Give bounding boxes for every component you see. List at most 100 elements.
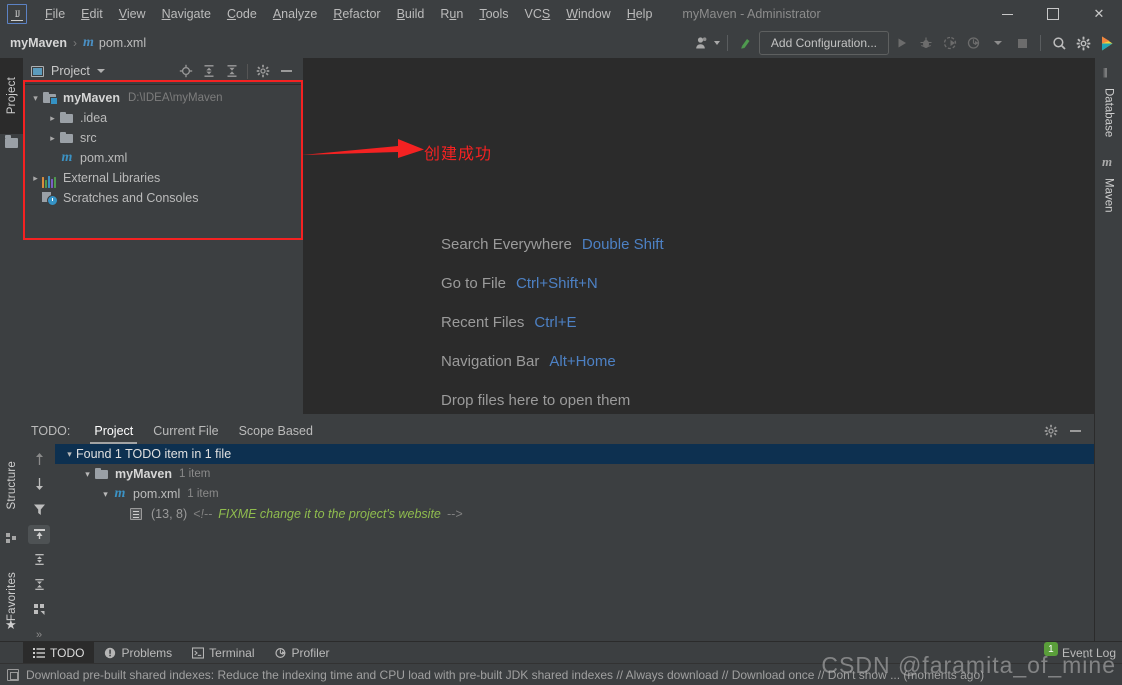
tree-node[interactable]: ▸ .idea xyxy=(23,108,303,128)
tree-node-label: src xyxy=(80,131,97,145)
stop-icon[interactable] xyxy=(1011,32,1033,54)
bottom-tab-terminal[interactable]: Terminal xyxy=(182,642,264,664)
menu-item-help[interactable]: Help xyxy=(619,3,661,25)
chevron-down-icon[interactable]: ▾ xyxy=(81,469,94,480)
run-with-coverage-icon[interactable] xyxy=(939,32,961,54)
chevron-down-icon[interactable]: ▾ xyxy=(99,489,112,500)
chevron-down-icon[interactable] xyxy=(987,32,1009,54)
sidebar-tab-project[interactable]: Project xyxy=(0,58,23,134)
folder-icon xyxy=(59,130,75,146)
next-occurrence-icon[interactable] xyxy=(28,475,50,493)
menu-item-edit[interactable]: Edit xyxy=(73,3,111,25)
chevron-down-icon[interactable]: ▾ xyxy=(63,449,76,460)
tree-node-label: Scratches and Consoles xyxy=(63,191,199,205)
project-panel-header: Project xyxy=(23,58,303,85)
todo-row[interactable]: ▾ Found 1 TODO item in 1 file xyxy=(55,444,1095,464)
profile-icon[interactable] xyxy=(963,32,985,54)
tree-node[interactable]: Scratches and Consoles xyxy=(23,188,303,208)
menu-item-tools[interactable]: Tools xyxy=(471,3,516,25)
previous-occurrence-icon[interactable] xyxy=(28,450,50,468)
menu-item-refactor[interactable]: Refactor xyxy=(325,3,388,25)
menu-item-view[interactable]: View xyxy=(111,3,154,25)
tree-node[interactable]: ▸ External Libraries xyxy=(23,168,303,188)
sidebar-tab-database[interactable]: Database xyxy=(1095,82,1122,144)
todo-tool-window: TODO: Project Current File Scope Based »… xyxy=(23,418,1095,644)
menu-item-navigate[interactable]: Navigate xyxy=(154,3,219,25)
sidebar-tab-structure[interactable]: Structure xyxy=(0,440,23,530)
menu-item-code[interactable]: Code xyxy=(219,3,265,25)
settings-gear-icon[interactable] xyxy=(1072,32,1094,54)
terminal-icon xyxy=(192,647,205,659)
event-log-label[interactable]: Event Log xyxy=(1062,646,1116,660)
tree-node[interactable]: ▾ myMaven D:\IDEA\myMaven xyxy=(23,88,303,108)
folder-icon xyxy=(59,110,75,126)
bottom-tab-problems[interactable]: Problems xyxy=(94,642,182,664)
menu-item-build[interactable]: Build xyxy=(389,3,433,25)
todo-tab-current-file[interactable]: Current File xyxy=(143,418,228,444)
bottom-tab-profiler[interactable]: Profiler xyxy=(265,642,340,664)
update-project-icon[interactable] xyxy=(735,32,757,54)
chevron-right-icon[interactable]: ▸ xyxy=(46,113,59,124)
folder-icon[interactable] xyxy=(5,135,18,148)
menu-item-file[interactable]: File xyxy=(37,3,73,25)
chevron-down-icon[interactable] xyxy=(96,69,105,73)
tree-node[interactable]: ▸ src xyxy=(23,128,303,148)
collapse-all-icon[interactable] xyxy=(28,576,50,594)
breadcrumb-project[interactable]: myMaven xyxy=(10,36,67,50)
run-icon[interactable] xyxy=(891,32,913,54)
todo-comment-open: <!-- xyxy=(193,507,213,521)
window-title: myMaven - Administrator xyxy=(682,7,821,21)
settings-gear-icon[interactable] xyxy=(1041,421,1061,441)
todo-item-position: (13, 8) xyxy=(151,507,188,521)
expand-all-icon[interactable] xyxy=(199,61,219,81)
todo-row[interactable]: ▾ m pom.xml 1 item xyxy=(55,484,1095,504)
menu-item-analyze[interactable]: Analyze xyxy=(265,3,325,25)
bottom-tab-todo[interactable]: TODO xyxy=(23,642,95,664)
todo-item-row[interactable]: (13, 8) <!-- FIXME change it to the projec… xyxy=(55,504,1095,524)
menu-bar: IJ File Edit View Navigate Code Analyze Refact… xyxy=(0,0,1122,29)
chevron-right-icon[interactable]: ▸ xyxy=(29,173,42,184)
tree-node-label: External Libraries xyxy=(63,171,161,185)
sidebar-tab-maven[interactable]: Maven xyxy=(1095,170,1122,220)
close-button[interactable]: ✕ xyxy=(1076,0,1122,28)
sidebar-tab-maven-label: Maven xyxy=(1102,177,1115,213)
event-log-area[interactable]: 1 Event Log xyxy=(1043,642,1122,660)
expand-all-icon[interactable] xyxy=(28,551,50,569)
tree-node[interactable]: m pom.xml xyxy=(23,148,303,168)
todo-tab-scope-based[interactable]: Scope Based xyxy=(229,418,323,444)
left-tool-strip-top: Project xyxy=(0,58,23,426)
search-everywhere-icon[interactable] xyxy=(1048,32,1070,54)
profiler-icon xyxy=(274,647,287,659)
collapse-all-icon[interactable] xyxy=(222,61,242,81)
todo-comment-close: --> xyxy=(446,507,463,521)
menu-item-vcs[interactable]: VCS xyxy=(517,3,559,25)
autoscroll-to-source-icon[interactable] xyxy=(28,525,50,544)
user-account-icon[interactable] xyxy=(695,32,720,54)
todo-row[interactable]: ▾ myMaven 1 item xyxy=(55,464,1095,484)
debug-icon[interactable] xyxy=(915,32,937,54)
menu-item-window[interactable]: Window xyxy=(558,3,618,25)
todo-row-label: Found 1 TODO item in 1 file xyxy=(76,447,232,461)
group-by-icon[interactable] xyxy=(28,601,50,619)
editor-hint: Recent Files Ctrl+E xyxy=(441,314,664,331)
todo-tab-project[interactable]: Project xyxy=(84,418,143,444)
maximize-button[interactable] xyxy=(1030,0,1076,28)
menu-item-run[interactable]: Run xyxy=(432,3,471,25)
chevron-down-icon[interactable]: ▾ xyxy=(29,93,42,104)
bottom-tab-label: Profiler xyxy=(291,646,330,660)
filter-icon[interactable] xyxy=(28,500,50,518)
status-bar-message[interactable]: Download pre-built shared indexes: Reduc… xyxy=(26,668,984,682)
settings-gear-icon[interactable] xyxy=(253,61,273,81)
hide-icon[interactable] xyxy=(276,61,296,81)
notification-icon[interactable] xyxy=(7,668,19,681)
todo-header: TODO: Project Current File Scope Based xyxy=(23,418,1095,445)
hide-icon[interactable] xyxy=(1065,421,1085,441)
breadcrumb-file[interactable]: pom.xml xyxy=(99,36,146,50)
editor-hint-shortcut: Ctrl+Shift+N xyxy=(516,275,598,292)
scroll-from-source-icon[interactable] xyxy=(176,61,196,81)
ide-brand-icon[interactable] xyxy=(1096,32,1118,54)
add-configuration-button[interactable]: Add Configuration... xyxy=(758,31,889,55)
minimize-button[interactable] xyxy=(984,0,1030,28)
chevron-right-icon[interactable]: ▸ xyxy=(46,133,59,144)
